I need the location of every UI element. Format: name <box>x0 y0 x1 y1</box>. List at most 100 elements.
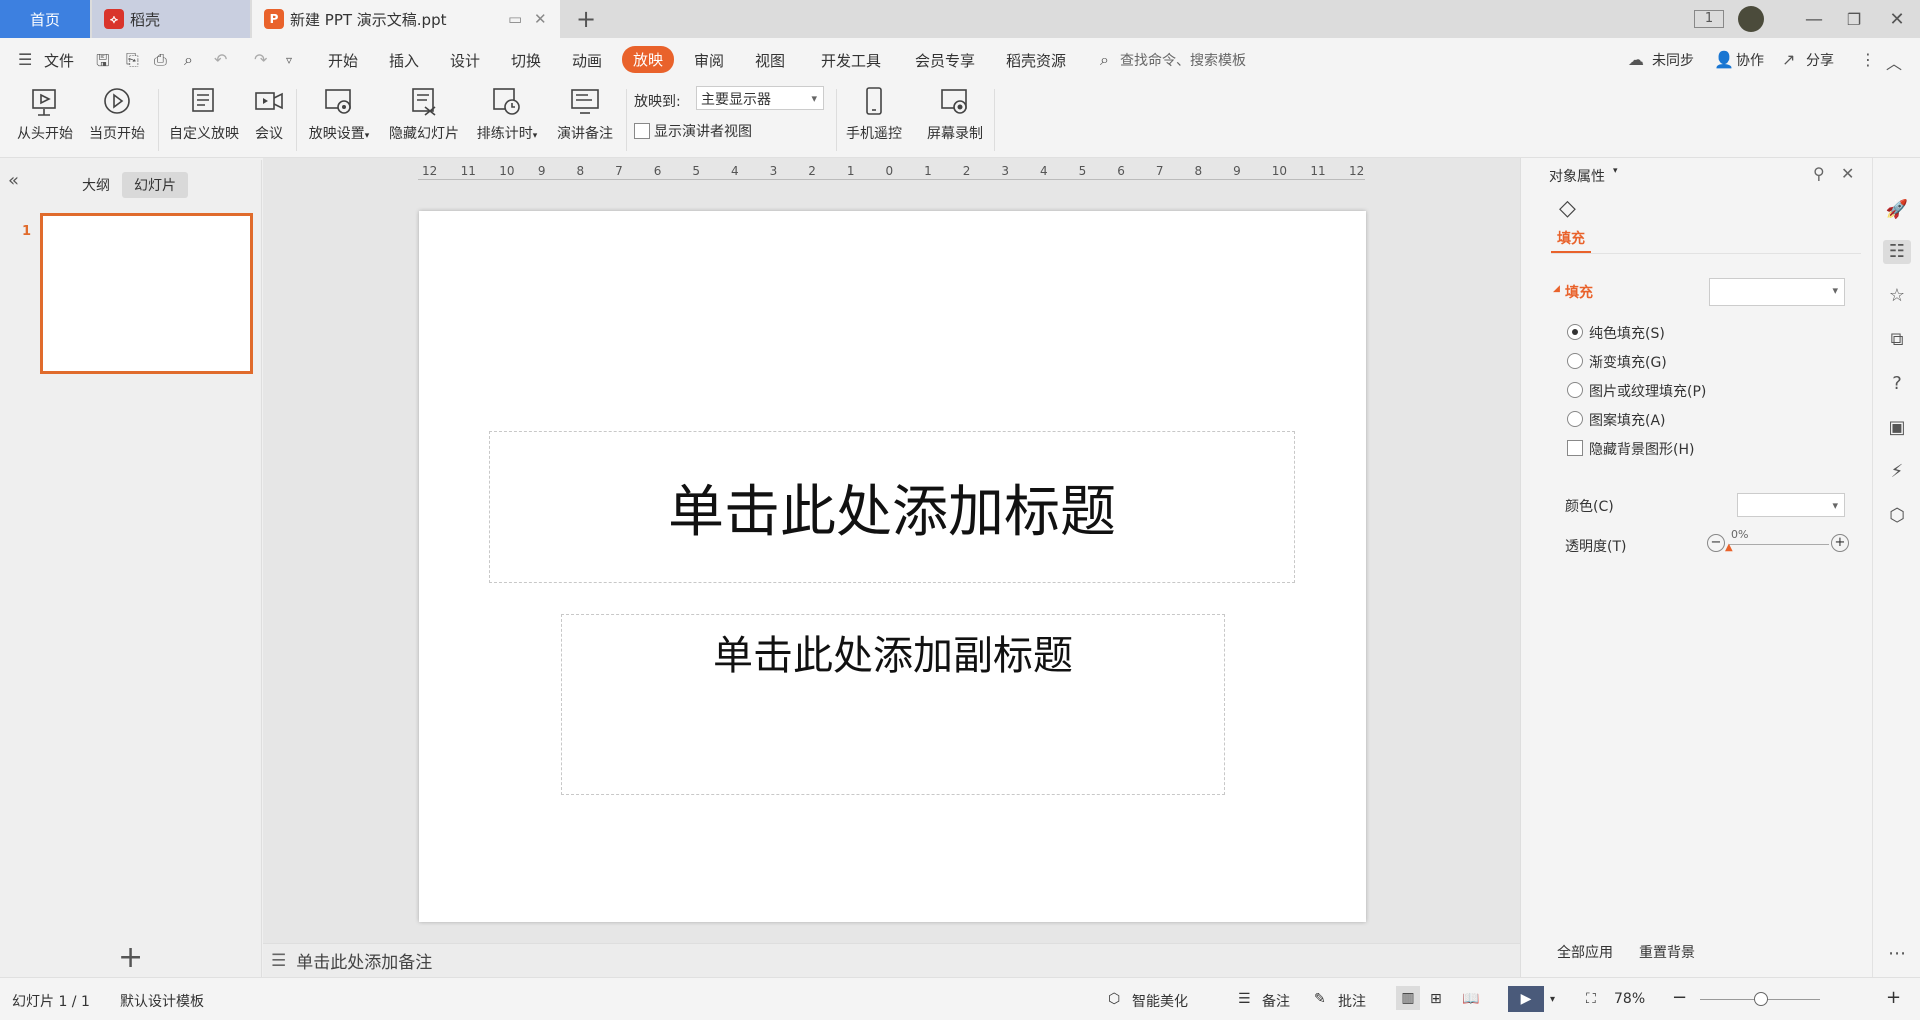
tab-fill[interactable]: 填充 <box>1557 228 1585 248</box>
screen-record-button[interactable]: 屏幕录制 <box>922 85 988 143</box>
transparency-decrease-icon[interactable]: − <box>1707 534 1725 552</box>
hide-background-label[interactable]: 隐藏背景图形(H) <box>1589 439 1694 459</box>
undo-icon[interactable]: ↶ <box>214 50 227 69</box>
menu-start[interactable]: 开始 <box>328 50 358 71</box>
reset-background-button[interactable]: 重置背景 <box>1639 942 1695 962</box>
menu-daoke-resources[interactable]: 稻壳资源 <box>1006 50 1066 71</box>
menu-transition[interactable]: 切换 <box>511 50 541 71</box>
export-icon[interactable]: ⎘ <box>126 50 139 70</box>
tab-home[interactable]: 首页 <box>0 0 90 38</box>
solid-fill-label[interactable]: 纯色填充(S) <box>1589 323 1665 343</box>
design-template[interactable]: 默认设计模板 <box>120 991 204 1011</box>
share-button[interactable]: 分享 <box>1806 50 1834 70</box>
custom-show-button[interactable]: 自定义放映 <box>164 85 244 143</box>
rehearse-timing-button[interactable]: 排练计时▾ <box>470 85 544 143</box>
apply-all-button[interactable]: 全部应用 <box>1557 942 1613 962</box>
panel-header[interactable]: 对象属性 <box>1549 166 1605 186</box>
tab-document[interactable]: P 新建 PPT 演示文稿.ppt ▭ ✕ <box>252 0 560 38</box>
slide-thumbnail[interactable] <box>40 213 253 374</box>
play-slideshow-button[interactable]: ▶ <box>1508 986 1544 1012</box>
cube-icon[interactable]: ⬡ <box>1885 504 1909 528</box>
minimize-icon[interactable]: — <box>1794 9 1834 30</box>
close-tab-icon[interactable]: ✕ <box>534 10 547 28</box>
comments-button[interactable]: 批注 <box>1338 991 1366 1011</box>
avatar[interactable] <box>1738 6 1764 32</box>
hide-slide-button[interactable]: 隐藏幻灯片 <box>384 85 464 143</box>
notes-toggle-button[interactable]: 备注 <box>1262 991 1290 1011</box>
preview-icon[interactable]: ⌕ <box>184 50 193 70</box>
beautify-button[interactable]: 智能美化 <box>1132 991 1188 1011</box>
pattern-fill-label[interactable]: 图案填充(A) <box>1589 410 1666 430</box>
play-options-icon[interactable]: ▾ <box>1550 994 1555 1005</box>
section-fill-title[interactable]: 填充 <box>1565 282 1593 302</box>
zoom-level[interactable]: 78% <box>1614 991 1645 1007</box>
zoom-in-icon[interactable]: + <box>1886 987 1901 1008</box>
more-options-icon[interactable]: ⋮ <box>1860 50 1876 69</box>
subtitle-placeholder[interactable]: 单击此处添加副标题 <box>561 614 1225 795</box>
menu-insert[interactable]: 插入 <box>389 50 419 71</box>
transparency-slider-thumb[interactable]: ▲ <box>1725 542 1733 553</box>
meeting-button[interactable]: 会议 <box>248 85 290 143</box>
menu-developer[interactable]: 开发工具 <box>821 50 881 71</box>
image-edit-icon[interactable]: ▣ <box>1885 416 1909 440</box>
close-window-icon[interactable]: ✕ <box>1874 9 1920 30</box>
from-start-button[interactable]: 从头开始 <box>12 85 78 143</box>
fit-window-icon[interactable]: ⛶ <box>1586 991 1596 1007</box>
show-settings-button[interactable]: 放映设置▾ <box>302 85 376 143</box>
menu-review[interactable]: 审阅 <box>694 50 724 71</box>
transparency-slider[interactable] <box>1729 544 1829 545</box>
screen-layout-icon[interactable]: 1 <box>1694 10 1724 28</box>
tab-slides[interactable]: 幻灯片 <box>122 172 188 198</box>
reading-view-icon[interactable]: 📖 <box>1462 991 1479 1007</box>
sync-status[interactable]: 未同步 <box>1652 50 1694 70</box>
picture-fill-radio[interactable] <box>1567 382 1583 398</box>
collapse-ribbon-icon[interactable]: ︿ <box>1886 50 1902 74</box>
hide-background-checkbox[interactable] <box>1567 440 1583 456</box>
from-current-button[interactable]: 当页开始 <box>84 85 150 143</box>
transition-icon[interactable]: ⧉ <box>1885 328 1909 352</box>
pin-panel-icon[interactable]: ⚲ <box>1813 164 1825 183</box>
new-tab-button[interactable]: + <box>572 0 600 38</box>
menu-animation[interactable]: 动画 <box>572 50 602 71</box>
more-icon[interactable]: ⋯ <box>1885 942 1909 966</box>
transparency-increase-icon[interactable]: + <box>1831 534 1849 552</box>
menu-view[interactable]: 视图 <box>755 50 785 71</box>
print-icon[interactable]: ⎙ <box>154 50 167 70</box>
zoom-slider-thumb[interactable] <box>1754 992 1768 1006</box>
title-placeholder[interactable]: 单击此处添加标题 <box>489 431 1295 583</box>
section-collapse-icon[interactable]: ◢ <box>1553 284 1560 294</box>
save-icon[interactable]: 🖫 <box>96 50 110 77</box>
presenter-view-checkbox[interactable] <box>634 123 650 139</box>
notes-pane[interactable]: ☰ 单击此处添加备注 <box>263 943 1520 977</box>
help-icon[interactable]: ? <box>1885 372 1909 396</box>
hamburger-icon[interactable]: ☰ <box>18 50 32 69</box>
collaborate-button[interactable]: 协作 <box>1736 50 1764 70</box>
lightning-icon[interactable]: ⚡ <box>1885 460 1909 484</box>
pin-tab-icon[interactable]: ▭ <box>508 10 522 28</box>
add-slide-button[interactable]: + <box>118 940 143 975</box>
normal-view-icon[interactable]: ▥ <box>1396 986 1420 1010</box>
close-panel-icon[interactable]: ✕ <box>1841 164 1854 183</box>
tab-daoke[interactable]: ⟡ 稻壳 <box>92 0 250 38</box>
maximize-icon[interactable]: ❐ <box>1834 10 1874 29</box>
customize-icon[interactable]: ▿ <box>286 53 292 67</box>
properties-icon[interactable]: ☷ <box>1883 240 1911 264</box>
fill-type-select[interactable] <box>1709 278 1845 306</box>
gradient-fill-label[interactable]: 渐变填充(G) <box>1589 352 1667 372</box>
tab-outline[interactable]: 大纲 <box>70 172 122 198</box>
pattern-fill-radio[interactable] <box>1567 411 1583 427</box>
file-menu[interactable]: 文件 <box>44 50 74 71</box>
picture-fill-label[interactable]: 图片或纹理填充(P) <box>1589 381 1706 401</box>
zoom-out-icon[interactable]: − <box>1672 987 1687 1008</box>
solid-fill-radio[interactable] <box>1567 324 1583 340</box>
redo-icon[interactable]: ↷ <box>254 50 267 69</box>
menu-member[interactable]: 会员专享 <box>915 50 975 71</box>
search-command-input[interactable]: 查找命令、搜索模板 <box>1120 50 1246 70</box>
show-to-select[interactable]: 主要显示器 <box>696 86 824 110</box>
menu-design[interactable]: 设计 <box>450 50 480 71</box>
star-icon[interactable]: ☆ <box>1885 284 1909 308</box>
gradient-fill-radio[interactable] <box>1567 353 1583 369</box>
speaker-notes-button[interactable]: 演讲备注 <box>550 85 620 143</box>
collapse-panel-icon[interactable]: « <box>8 170 19 191</box>
color-select[interactable] <box>1737 493 1845 517</box>
